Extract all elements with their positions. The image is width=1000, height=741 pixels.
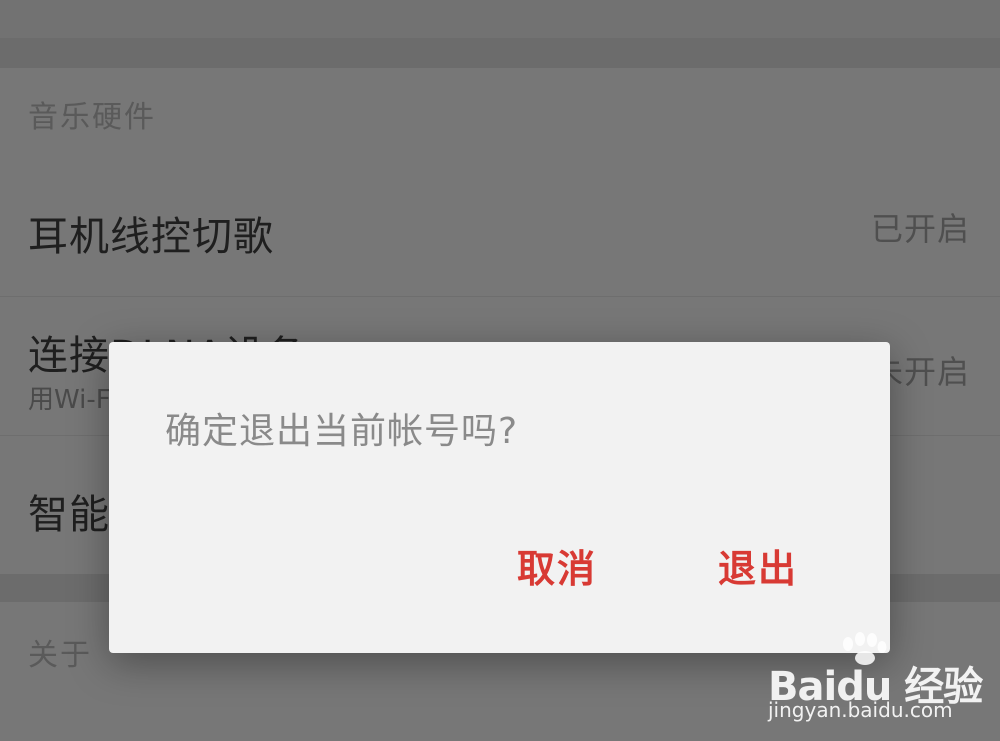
exit-button[interactable]: 退出 [718,538,798,593]
setting-title: 耳机线控切歌 [28,214,274,260]
top-bar [0,0,1000,38]
dialog-message: 确定退出当前帐号吗? [165,411,519,452]
section-header-music-hardware: 音乐硬件 [28,100,156,135]
setting-status: 已开启 [870,210,970,248]
section-gap [0,38,1000,68]
setting-title: 智能 [28,492,110,538]
baidu-jingyan-watermark: Baidu 经验 jingyan.baidu.com [768,632,988,732]
watermark-url: jingyan.baidu.com [768,698,953,722]
setting-row-headset-control[interactable]: 耳机线控切歌 已开启 [0,160,1000,296]
section-header-about: 关于 [28,638,92,673]
logout-confirm-dialog: 确定退出当前帐号吗? 取消 退出 [109,342,890,653]
cancel-button[interactable]: 取消 [517,538,597,593]
setting-subtitle: 用Wi-Fi [28,385,117,415]
